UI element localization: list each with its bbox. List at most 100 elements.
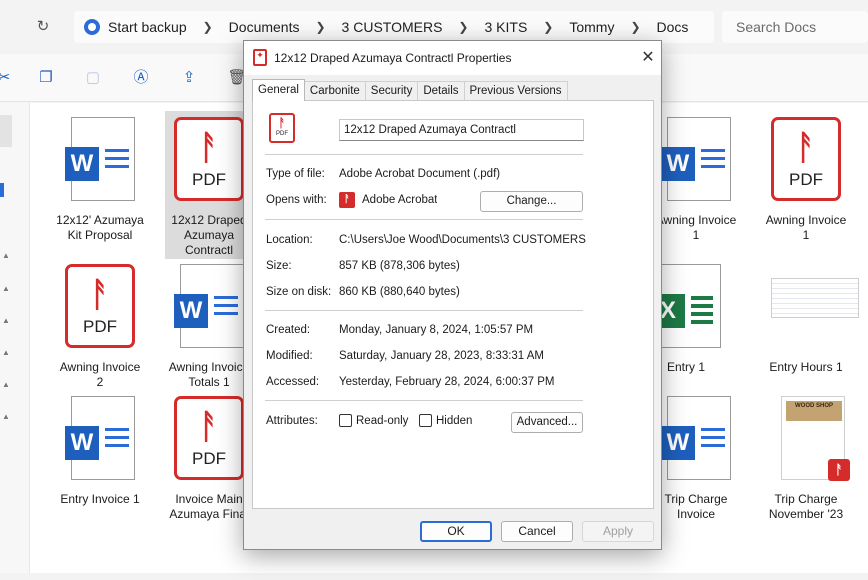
file-explorer-window: ↻ Start backup ❯ Documents ❯ 3 CUSTOMERS… — [0, 0, 868, 580]
modified-label: Modified: — [266, 350, 313, 362]
file-item[interactable]: W 12x12' Azumaya Kit Proposal — [56, 111, 144, 243]
pdf-icon: ᚨ PDF — [174, 117, 244, 205]
word-icon: W — [65, 117, 135, 205]
checkbox-icon[interactable] — [339, 414, 352, 427]
chevron-right-icon: ❯ — [458, 20, 469, 34]
pin-icon: ▲ — [2, 380, 10, 389]
location-label: Location: — [266, 234, 313, 246]
file-item[interactable]: W Trip Charge Invoice — [652, 390, 740, 522]
chevron-right-icon: ❯ — [630, 20, 641, 34]
tab-details[interactable]: Details — [417, 81, 465, 101]
divider — [265, 310, 583, 311]
dialog-title: 12x12 Draped Azumaya Contractl Propertie… — [274, 51, 512, 65]
file-name: Trip Charge Invoice — [664, 492, 728, 521]
file-name: Entry Invoice 1 — [60, 492, 140, 506]
size-value: 857 KB (878,306 bytes) — [339, 260, 460, 272]
nav-selected-item[interactable] — [0, 115, 12, 147]
opens-with-label: Opens with: — [266, 194, 327, 206]
file-name: Awning Invoice Totals 1 — [168, 360, 250, 389]
nav-indicator — [0, 183, 4, 197]
apply-button[interactable]: Apply — [582, 521, 654, 542]
properties-dialog: 12x12 Draped Azumaya Contractl Propertie… — [243, 40, 662, 550]
readonly-label: Read-only — [356, 414, 409, 427]
word-icon: W — [661, 396, 731, 484]
breadcrumb[interactable]: Start backup ❯ Documents ❯ 3 CUSTOMERS ❯… — [74, 11, 714, 43]
breadcrumb-customers[interactable]: 3 CUSTOMERS — [340, 19, 445, 35]
tab-previous-versions[interactable]: Previous Versions — [463, 81, 568, 101]
breadcrumb-documents[interactable]: Documents — [227, 19, 302, 35]
type-label: Type of file: — [266, 168, 325, 180]
file-item[interactable]: WOOD SHOP ᚨ Trip Charge November '23 — [762, 390, 850, 522]
rename-icon[interactable]: Ⓐ — [131, 68, 151, 88]
file-name: Invoice Main Azumaya Final — [169, 492, 249, 521]
adobe-acrobat-icon: ᚨ — [339, 192, 355, 208]
file-item[interactable]: W Awning Invoice 1 — [652, 111, 740, 243]
pdf-icon: ᚨ PDF — [65, 264, 135, 352]
divider — [265, 219, 583, 220]
search-input[interactable]: Search Docs — [722, 11, 868, 43]
hidden-checkbox[interactable]: Hidden — [419, 414, 472, 427]
tab-security[interactable]: Security — [364, 81, 419, 101]
type-value: Adobe Acrobat Document (.pdf) — [339, 168, 501, 180]
cut-icon[interactable]: ✂ — [0, 68, 14, 88]
refresh-icon[interactable]: ↻ — [34, 18, 52, 36]
file-item[interactable]: Entry Hours 1 — [762, 258, 859, 375]
hidden-label: Hidden — [436, 414, 473, 427]
created-value: Monday, January 8, 2024, 1:05:57 PM — [339, 324, 534, 336]
size-label: Size: — [266, 260, 292, 272]
change-button[interactable]: Change... — [480, 191, 583, 212]
breadcrumb-start-backup[interactable]: Start backup — [106, 19, 189, 35]
pdf-file-icon — [253, 49, 267, 66]
file-item[interactable]: ᚨ PDF Awning Invoice 1 — [762, 111, 850, 243]
tab-carbonite[interactable]: Carbonite — [303, 81, 366, 101]
word-icon: W — [65, 396, 135, 484]
accessed-value: Yesterday, February 28, 2024, 6:00:37 PM — [339, 376, 555, 388]
file-name: 12x12 Draped Azumaya Contractl — [171, 213, 247, 257]
checkbox-icon[interactable] — [419, 414, 432, 427]
divider — [265, 400, 583, 401]
spreadsheet-thumbnail — [771, 264, 859, 352]
chevron-right-icon: ❯ — [202, 20, 213, 34]
file-item[interactable]: ᚨ PDF Invoice Main Azumaya Final — [165, 390, 253, 522]
file-name: Trip Charge November '23 — [768, 492, 844, 521]
file-name: Awning Invoice 1 — [655, 213, 737, 242]
file-item[interactable]: W Awning Invoice Totals 1 — [165, 258, 253, 390]
size-on-disk-label: Size on disk: — [266, 286, 332, 298]
readonly-checkbox[interactable]: Read-only — [339, 414, 408, 427]
file-name: 12x12' Azumaya Kit Proposal — [56, 213, 144, 242]
modified-value: Saturday, January 28, 2023, 8:33:31 AM — [339, 350, 545, 362]
advanced-button[interactable]: Advanced... — [511, 412, 583, 433]
file-name-field[interactable]: 12x12 Draped Azumaya Contractl — [339, 119, 584, 141]
file-name: Entry Hours 1 — [769, 360, 843, 374]
tab-strip: General Carbonite Security Details Previ… — [252, 79, 568, 101]
copy-icon[interactable]: ❐ — [36, 68, 56, 88]
pin-icon: ▲ — [2, 316, 10, 325]
file-item[interactable]: W Entry Invoice 1 — [56, 390, 144, 507]
accessed-label: Accessed: — [266, 376, 320, 388]
pdf-icon: ᚨ PDF — [174, 396, 244, 484]
word-icon: W — [661, 117, 731, 205]
paste-icon[interactable]: ▢ — [83, 68, 103, 88]
location-value: C:\Users\Joe Wood\Documents\3 CUSTOMERS\… — [339, 234, 586, 246]
size-on-disk-value: 860 KB (880,640 bytes) — [339, 286, 460, 298]
navigation-pane[interactable]: ▲ ▲ ▲ ▲ ▲ ▲ — [0, 103, 30, 573]
backup-icon[interactable] — [84, 19, 100, 35]
breadcrumb-kits[interactable]: 3 KITS — [482, 19, 529, 35]
close-icon[interactable]: ✕ — [638, 48, 658, 68]
tab-general[interactable]: General — [252, 79, 305, 101]
file-item[interactable]: ᚨ PDF Awning Invoice 2 — [56, 258, 144, 390]
divider — [265, 154, 583, 155]
breadcrumb-tommy[interactable]: Tommy — [567, 19, 616, 35]
dialog-title-bar[interactable]: 12x12 Draped Azumaya Contractl Propertie… — [244, 41, 661, 75]
cancel-button[interactable]: Cancel — [501, 521, 573, 542]
created-label: Created: — [266, 324, 311, 336]
word-icon: W — [174, 264, 244, 352]
pdf-thumbnail: WOOD SHOP ᚨ — [771, 396, 850, 484]
ok-button[interactable]: OK — [420, 521, 492, 542]
pdf-file-icon: ᚨ PDF — [269, 113, 295, 143]
file-item-selected[interactable]: ᚨ PDF 12x12 Draped Azumaya Contractl — [165, 111, 253, 259]
pin-icon: ▲ — [2, 412, 10, 421]
breadcrumb-docs[interactable]: Docs — [655, 19, 691, 35]
share-icon[interactable]: ⇪ — [179, 68, 199, 88]
attributes-label: Attributes: — [266, 415, 318, 427]
